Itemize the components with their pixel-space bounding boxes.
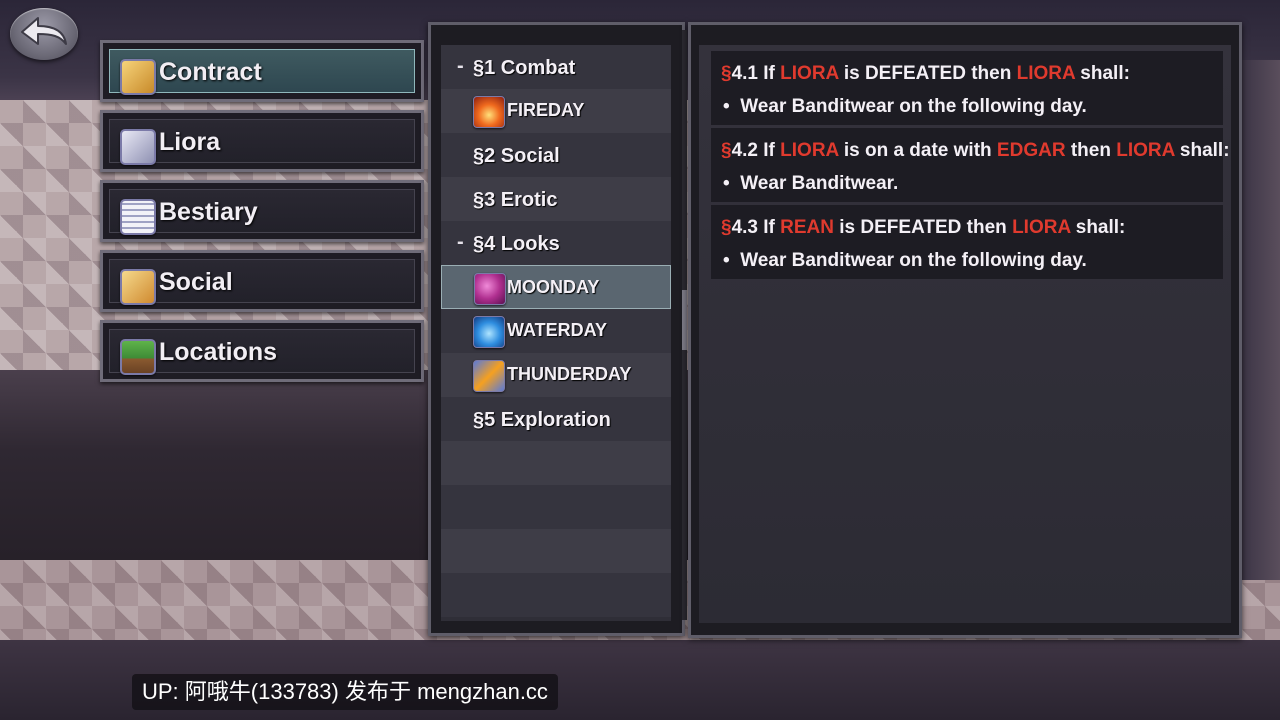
map-icon [120, 339, 156, 375]
clause-action: Wear Banditwear on the following day. [740, 250, 1087, 271]
bullet-mark: • [723, 250, 730, 271]
section-label: §4 Looks [473, 233, 560, 255]
menu-item-label: Liora [159, 128, 221, 156]
section-label: WATERDAY [507, 320, 608, 340]
menu-item-contract[interactable]: Contract [100, 40, 424, 102]
bullet-mark: • [723, 96, 730, 117]
section-item-fireday[interactable]: FIREDAY [441, 89, 671, 133]
section-item-thunderday[interactable]: THUNDERDAY [441, 353, 671, 397]
menu-item-bestiary[interactable]: Bestiary [100, 180, 424, 242]
clause-action: Wear Banditwear. [740, 173, 899, 194]
menu-item-social[interactable]: Social [100, 250, 424, 312]
empty-row [441, 573, 671, 617]
thunder-icon [473, 360, 505, 392]
scrollbar-thumb[interactable] [682, 290, 687, 350]
collapse-toggle[interactable]: - [457, 55, 464, 78]
section-item-exploration[interactable]: §5 Exploration [441, 397, 671, 441]
clause-4-3: §4.3 If REAN is DEFEATED then LIORA shal… [711, 205, 1223, 279]
card-icon [120, 129, 156, 165]
scroll-icon [120, 59, 156, 95]
section-label: §2 Social [473, 145, 560, 167]
clause-bullet: • Wear Banditwear on the following day. [723, 250, 1087, 272]
clause-heading: §4.1 If LIORA is DEFEATED then LIORA sha… [721, 63, 1130, 84]
section-item-looks[interactable]: - §4 Looks [441, 221, 671, 265]
menu-item-label: Bestiary [159, 198, 258, 226]
clause-detail-panel: §4.1 If LIORA is DEFEATED then LIORA sha… [688, 22, 1242, 638]
menu-item-label: Contract [159, 58, 262, 86]
menu-item-label: Social [159, 268, 233, 296]
menu-item-liora[interactable]: Liora [100, 110, 424, 172]
clause-heading: §4.3 If REAN is DEFEATED then LIORA shal… [721, 217, 1126, 238]
section-item-waterday[interactable]: WATERDAY [441, 309, 671, 353]
section-item-moonday[interactable]: MOONDAY [441, 265, 671, 309]
section-list: - §1 Combat FIREDAY §2 Social §3 Erotic … [441, 45, 671, 621]
letter-icon [120, 269, 156, 305]
back-arrow-icon [21, 17, 67, 45]
empty-row [441, 529, 671, 573]
section-item-erotic[interactable]: §3 Erotic [441, 177, 671, 221]
empty-row [441, 485, 671, 529]
section-label: MOONDAY [507, 277, 600, 297]
book-icon [120, 199, 156, 235]
moon-icon [474, 273, 506, 305]
clause-bullet: • Wear Banditwear on the following day. [723, 96, 1087, 118]
clause-4-1: §4.1 If LIORA is DEFEATED then LIORA sha… [711, 51, 1223, 125]
menu-item-label: Locations [159, 338, 278, 366]
fire-icon [473, 96, 505, 128]
section-label: §5 Exploration [473, 409, 611, 431]
section-item-combat[interactable]: - §1 Combat [441, 45, 671, 89]
clause-bullet: • Wear Banditwear. [723, 173, 898, 195]
menu-item-locations[interactable]: Locations [100, 320, 424, 382]
clause-list: §4.1 If LIORA is DEFEATED then LIORA sha… [699, 45, 1231, 623]
collapse-toggle[interactable]: - [457, 231, 464, 254]
section-list-scrollbar[interactable] [682, 30, 687, 620]
empty-row [441, 441, 671, 485]
clause-4-2: §4.2 If LIORA is on a date with EDGAR th… [711, 128, 1230, 202]
section-label: FIREDAY [507, 100, 585, 120]
clause-action: Wear Banditwear on the following day. [740, 96, 1087, 117]
back-button[interactable] [10, 8, 78, 60]
section-list-panel: - §1 Combat FIREDAY §2 Social §3 Erotic … [428, 22, 685, 636]
bullet-mark: • [723, 173, 730, 194]
uploader-watermark: UP: 阿哦牛(133783) 发布于 mengzhan.cc [132, 674, 558, 710]
section-label: §1 Combat [473, 57, 576, 79]
water-icon [473, 316, 505, 348]
section-label: §3 Erotic [473, 189, 558, 211]
clause-heading: §4.2 If LIORA is on a date with EDGAR th… [721, 140, 1230, 161]
section-label: THUNDERDAY [507, 364, 632, 384]
section-item-social[interactable]: §2 Social [441, 133, 671, 177]
